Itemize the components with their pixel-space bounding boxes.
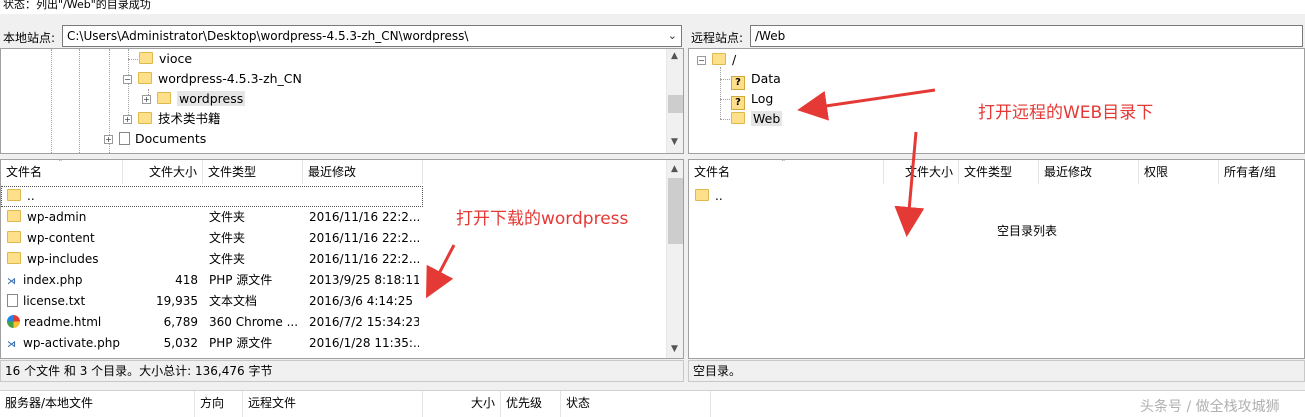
arrow-to-web-folder: [797, 88, 936, 121]
arrow-to-local-list: [426, 244, 456, 299]
annotation-local: 打开下载的wordpress: [456, 209, 629, 229]
arrow-to-remote-list: [894, 131, 925, 237]
annotation-arrows: [426, 88, 936, 299]
annotation-remote: 打开远程的WEB目录下: [978, 103, 1154, 123]
